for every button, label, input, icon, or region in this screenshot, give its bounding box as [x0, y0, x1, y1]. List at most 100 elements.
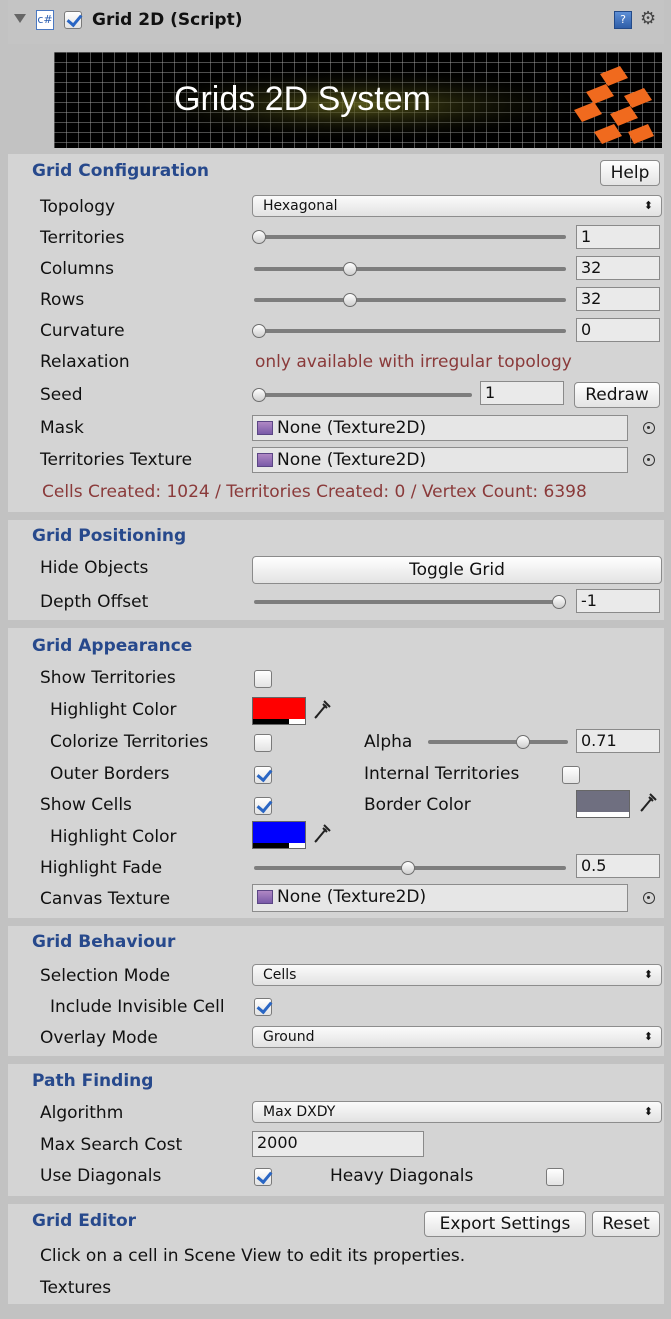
curvature-slider-track[interactable]: [254, 329, 566, 333]
eyedropper-icon[interactable]: [638, 790, 658, 814]
territories-texture-field[interactable]: None (Texture2D): [252, 447, 628, 473]
alpha-field[interactable]: 0.71: [576, 729, 660, 753]
depth-offset-slider-knob[interactable]: [552, 595, 566, 609]
columns-field[interactable]: 32: [576, 256, 660, 280]
redraw-button[interactable]: Redraw: [574, 382, 660, 408]
gear-icon[interactable]: ⚙: [640, 8, 656, 29]
territories-field[interactable]: 1: [576, 225, 660, 249]
banner-title: Grids 2D System: [174, 80, 431, 118]
texture-icon: [257, 453, 273, 467]
selection-mode-label: Selection Mode: [40, 966, 171, 986]
show-territories-label: Show Territories: [40, 668, 176, 688]
rows-field[interactable]: 32: [576, 287, 660, 311]
relaxation-label: Relaxation: [40, 352, 130, 372]
columns-slider-knob[interactable]: [343, 262, 357, 276]
max-search-cost-label: Max Search Cost: [40, 1135, 183, 1155]
highlight-fade-field[interactable]: 0.5: [576, 854, 660, 878]
rows-label: Rows: [40, 290, 85, 310]
foldout-arrow-icon[interactable]: [14, 14, 26, 23]
territories-slider-track[interactable]: [254, 235, 566, 239]
territory-highlight-color-swatch[interactable]: [252, 697, 306, 725]
hide-objects-label: Hide Objects: [40, 558, 149, 578]
canvas-texture-label: Canvas Texture: [40, 889, 171, 909]
help-book-icon[interactable]: ?: [614, 11, 632, 29]
reset-button[interactable]: Reset: [592, 1211, 660, 1237]
territories-slider-knob[interactable]: [252, 230, 266, 244]
rows-slider-track[interactable]: [254, 298, 566, 302]
editor-hint: Click on a cell in Scene View to edit it…: [40, 1246, 466, 1266]
grid-positioning-title: Grid Positioning: [32, 526, 187, 546]
use-diagonals-checkbox[interactable]: [254, 1168, 272, 1186]
script-icon: c#: [36, 10, 54, 30]
seed-field[interactable]: 1: [480, 381, 564, 405]
highlight-fade-label: Highlight Fade: [40, 858, 163, 878]
curvature-slider-knob[interactable]: [252, 324, 266, 338]
texture-icon: [257, 890, 273, 904]
highlight-fade-slider-knob[interactable]: [401, 861, 415, 875]
path-finding-title: Path Finding: [32, 1071, 154, 1091]
object-picker-icon[interactable]: [643, 892, 655, 904]
cell-highlight-color-swatch[interactable]: [252, 821, 306, 849]
heavy-diagonals-label: Heavy Diagonals: [330, 1166, 474, 1186]
curvature-label: Curvature: [40, 321, 125, 341]
seed-label: Seed: [40, 385, 83, 405]
seed-slider-knob[interactable]: [252, 388, 266, 402]
internal-territories-label: Internal Territories: [364, 764, 520, 784]
eyedropper-icon[interactable]: [312, 697, 332, 721]
border-color-swatch[interactable]: [576, 790, 630, 818]
mask-value: None (Texture2D): [277, 418, 427, 438]
include-invisible-label: Include Invisible Cell: [50, 997, 225, 1017]
include-invisible-checkbox[interactable]: [254, 998, 272, 1016]
stats-text: Cells Created: 1024 / Territories Create…: [42, 482, 587, 502]
use-diagonals-label: Use Diagonals: [40, 1166, 162, 1186]
columns-slider-track[interactable]: [254, 267, 566, 271]
grid-configuration-title: Grid Configuration: [32, 161, 209, 181]
algorithm-label: Algorithm: [40, 1103, 124, 1123]
depth-offset-field[interactable]: -1: [576, 589, 660, 613]
dropdown-arrows-icon: ⬍: [643, 968, 653, 981]
seed-slider-track[interactable]: [254, 393, 472, 397]
overlay-mode-label: Overlay Mode: [40, 1028, 158, 1048]
mask-object-field[interactable]: None (Texture2D): [252, 415, 628, 441]
dropdown-arrows-icon: ⬍: [643, 199, 653, 212]
outer-borders-checkbox[interactable]: [254, 766, 272, 784]
help-button[interactable]: Help: [600, 160, 660, 186]
canvas-texture-value: None (Texture2D): [277, 887, 427, 907]
overlay-mode-dropdown[interactable]: Ground ⬍: [252, 1026, 662, 1048]
texture-icon: [257, 421, 273, 435]
selection-mode-dropdown[interactable]: Cells ⬍: [252, 964, 662, 986]
curvature-field[interactable]: 0: [576, 318, 660, 342]
territories-label: Territories: [40, 228, 125, 248]
object-picker-icon[interactable]: [643, 422, 655, 434]
export-settings-button[interactable]: Export Settings: [424, 1211, 586, 1237]
heavy-diagonals-checkbox[interactable]: [546, 1168, 564, 1186]
max-search-cost-field[interactable]: 2000: [252, 1131, 424, 1157]
mask-label: Mask: [40, 418, 84, 438]
internal-territories-checkbox[interactable]: [562, 766, 580, 784]
alpha-slider-track[interactable]: [428, 740, 568, 744]
colorize-label: Colorize Territories: [50, 732, 209, 752]
dropdown-arrows-icon: ⬍: [643, 1105, 653, 1118]
rows-slider-knob[interactable]: [343, 293, 357, 307]
show-cells-label: Show Cells: [40, 795, 132, 815]
topology-dropdown[interactable]: Hexagonal ⬍: [252, 195, 662, 217]
toggle-grid-button[interactable]: Toggle Grid: [252, 556, 662, 584]
outer-borders-label: Outer Borders: [50, 764, 170, 784]
territories-texture-label: Territories Texture: [40, 450, 193, 470]
alpha-label: Alpha: [364, 732, 413, 752]
overlay-mode-value: Ground: [263, 1029, 315, 1045]
depth-offset-slider-track[interactable]: [254, 600, 566, 604]
alpha-slider-knob[interactable]: [516, 735, 530, 749]
territory-highlight-label: Highlight Color: [50, 700, 177, 720]
show-cells-checkbox[interactable]: [254, 797, 272, 815]
canvas-texture-field[interactable]: None (Texture2D): [252, 884, 628, 912]
dropdown-arrows-icon: ⬍: [643, 1030, 653, 1043]
eyedropper-icon[interactable]: [312, 821, 332, 845]
object-picker-icon[interactable]: [643, 454, 655, 466]
show-territories-checkbox[interactable]: [254, 670, 272, 688]
component-enabled-checkbox[interactable]: [64, 11, 82, 29]
colorize-checkbox[interactable]: [254, 734, 272, 752]
grid-appearance-title: Grid Appearance: [32, 636, 193, 656]
grid-editor-title: Grid Editor: [32, 1211, 137, 1231]
algorithm-dropdown[interactable]: Max DXDY ⬍: [252, 1101, 662, 1123]
